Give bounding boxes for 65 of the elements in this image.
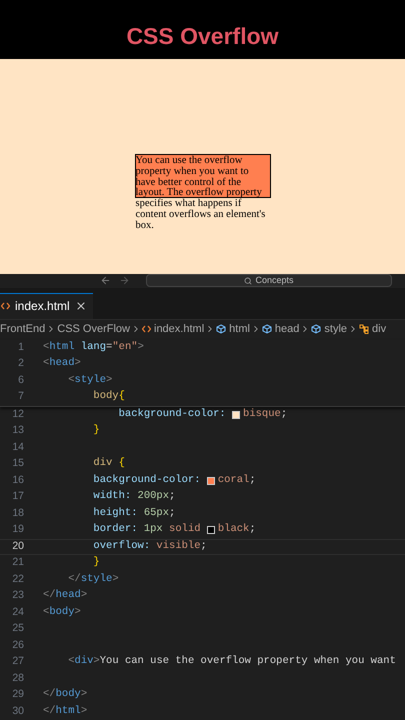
code-line: width: 200px; [92, 489, 176, 504]
code-line: } [92, 423, 100, 438]
line-number: 16 [11, 472, 24, 488]
line-number: 21 [11, 555, 24, 570]
video-title: CSS Overflow [126, 22, 279, 51]
breadcrumb-item[interactable]: html [216, 320, 250, 338]
cube-icon [262, 324, 272, 334]
breadcrumb-item[interactable]: FrontEnd [0, 320, 46, 338]
breadcrumb-item[interactable]: index.html [142, 320, 204, 338]
line-number: 28 [11, 670, 24, 686]
code-line: </head> [43, 588, 88, 604]
line-number: 2 [17, 356, 24, 372]
cube-icon [311, 324, 322, 334]
line-number: 7 [17, 389, 24, 404]
line-number: 26 [11, 638, 24, 653]
breadcrumb-item[interactable]: head [262, 320, 300, 338]
code-line: body{ [92, 389, 125, 404]
code-line: </html> [43, 704, 88, 719]
breadcrumb-item[interactable]: CSS OverFlow [57, 320, 130, 338]
code-line: background-color: coral; [92, 472, 256, 488]
line-number: 14 [11, 440, 24, 455]
breadcrumb-item[interactable]: div [359, 320, 386, 338]
line-number: 30 [11, 704, 24, 719]
paragraph: You can use the overflow property when you want to have better control of the layout. The overflow property specifies what happens if content overflows an element's box. [136, 155, 266, 232]
code-line: height: 65px; [92, 506, 176, 521]
code-line: <html lang="en"> [43, 340, 144, 355]
code-line: <body> [43, 604, 81, 620]
command-center-field[interactable]: Concepts [146, 274, 392, 288]
line-number: 13 [11, 423, 24, 438]
line-number: 27 [11, 654, 24, 670]
line-number: 12 [11, 406, 24, 422]
search-icon [244, 276, 252, 285]
line-number: 20 [11, 538, 24, 554]
line-number: 18 [11, 506, 24, 521]
line-number: 23 [11, 588, 24, 604]
color-swatch[interactable] [206, 526, 215, 534]
close-icon[interactable] [74, 300, 87, 312]
line-number: 6 [17, 372, 24, 388]
structure-icon [359, 324, 370, 334]
code-line: background-color: bisque; [118, 406, 288, 422]
code-file-icon [1, 302, 10, 310]
line-number: 1 [17, 340, 24, 355]
line-number: 25 [11, 621, 24, 636]
code-line: <div>You can use the overflow property when you want [67, 654, 396, 670]
color-swatch[interactable] [206, 476, 215, 485]
breadcrumb-item[interactable]: style [311, 320, 348, 338]
code-line: border: 1px solid black; [92, 522, 256, 538]
code-line: </style> [67, 572, 119, 587]
code-line: <head> [43, 356, 81, 372]
editor-tab[interactable]: index.html [0, 292, 93, 318]
line-number: 19 [11, 522, 24, 538]
line-number: 29 [11, 687, 24, 702]
code-line: <style> [67, 372, 112, 388]
line-number: 22 [11, 572, 24, 587]
back-arrow-icon[interactable] [100, 275, 111, 286]
line-number: 15 [11, 456, 24, 472]
line-number: 17 [11, 489, 24, 504]
code-file-icon [142, 325, 151, 333]
code-line: overflow: visible; [92, 538, 207, 554]
cube-icon [216, 324, 226, 334]
line-number: 24 [11, 604, 24, 620]
code-line: } [92, 555, 100, 570]
code-line: div { [92, 456, 125, 472]
code-line: </body> [43, 687, 88, 702]
color-swatch[interactable] [232, 410, 240, 419]
